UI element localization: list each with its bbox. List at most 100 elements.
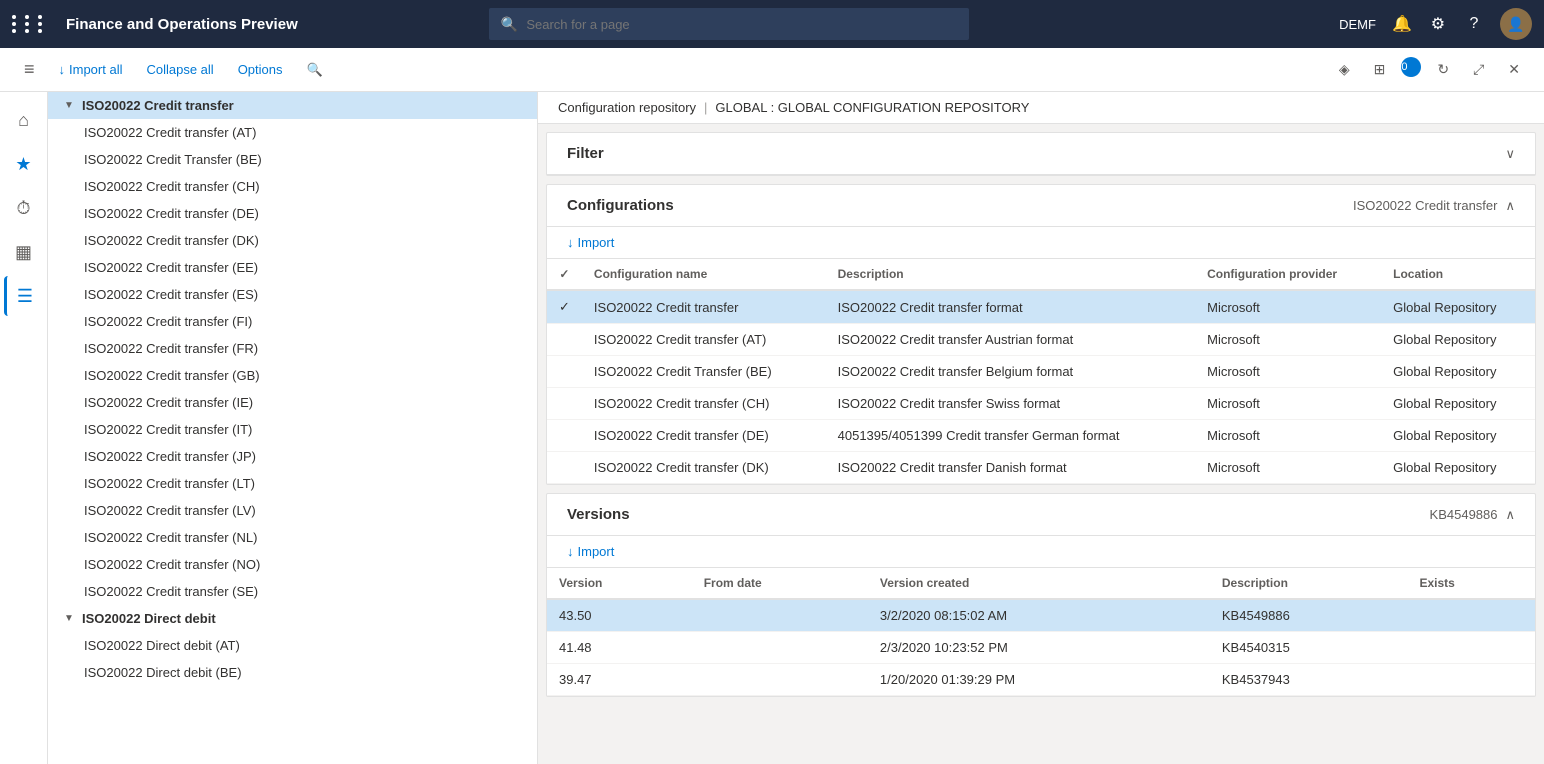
col-from-date: From date	[692, 568, 868, 599]
table-row[interactable]: 39.47 1/20/2020 01:39:29 PM KB4537943	[547, 664, 1535, 696]
row-location: Global Repository	[1381, 388, 1535, 420]
options-button[interactable]: Options	[230, 58, 291, 81]
settings-icon[interactable]: ⚙	[1428, 14, 1448, 34]
row-config-name: ISO20022 Credit transfer (CH)	[582, 388, 826, 420]
tree-item[interactable]: ▼ ISO20022 Direct debit	[48, 605, 537, 632]
badge-count[interactable]: 0	[1401, 57, 1421, 77]
row-location: Global Repository	[1381, 290, 1535, 324]
tree-item[interactable]: ISO20022 Credit transfer (SE)	[48, 578, 537, 605]
row-provider: Microsoft	[1195, 290, 1381, 324]
row-description: ISO20022 Credit transfer format	[826, 290, 1195, 324]
tree-item[interactable]: ISO20022 Credit transfer (FR)	[48, 335, 537, 362]
tree-item-label: ISO20022 Credit transfer (JP)	[84, 449, 256, 464]
close-icon[interactable]: ✕	[1500, 57, 1528, 82]
tree-item[interactable]: ISO20022 Credit transfer (NO)	[48, 551, 537, 578]
table-row[interactable]: 41.48 2/3/2020 10:23:52 PM KB4540315	[547, 632, 1535, 664]
row-config-name: ISO20022 Credit transfer (DK)	[582, 452, 826, 484]
configurations-table: ✓ Configuration name Description Configu…	[547, 259, 1535, 484]
user-avatar[interactable]: 👤	[1500, 8, 1532, 40]
row-check	[547, 420, 582, 452]
tree-item[interactable]: ISO20022 Credit transfer (JP)	[48, 443, 537, 470]
app-grid-icon[interactable]	[12, 15, 48, 33]
download-icon: ↓	[59, 62, 66, 77]
refresh-icon[interactable]: ↻	[1429, 57, 1457, 82]
tree-item[interactable]: ISO20022 Credit transfer (CH)	[48, 173, 537, 200]
configurations-import-button[interactable]: ↓ Import	[567, 235, 614, 250]
tree-item-label: ISO20022 Credit transfer (ES)	[84, 287, 258, 302]
filter-collapse-icon: ∨	[1505, 146, 1515, 162]
row-check	[547, 324, 582, 356]
configurations-title: Configurations	[567, 197, 674, 214]
tree-item[interactable]: ISO20022 Credit transfer (FI)	[48, 308, 537, 335]
import-all-button[interactable]: ↓ Import all	[51, 58, 131, 81]
windows-icon[interactable]: ⊞	[1366, 57, 1394, 82]
versions-import-button[interactable]: ↓ Import	[567, 544, 614, 559]
tree-item[interactable]: ISO20022 Credit transfer (LT)	[48, 470, 537, 497]
tree-item[interactable]: ISO20022 Credit Transfer (BE)	[48, 146, 537, 173]
configurations-section-header[interactable]: Configurations ISO20022 Credit transfer …	[547, 185, 1535, 227]
search-bar[interactable]: 🔍	[489, 8, 969, 40]
tree-item-label: ISO20022 Credit transfer (NO)	[84, 557, 260, 572]
tree-item[interactable]: ISO20022 Direct debit (AT)	[48, 632, 537, 659]
tree-item[interactable]: ISO20022 Credit transfer (LV)	[48, 497, 537, 524]
secondary-search-icon[interactable]: 🔍	[299, 58, 331, 82]
row-version-created: 2/3/2020 10:23:52 PM	[868, 632, 1210, 664]
tree-item[interactable]: ISO20022 Credit transfer (DE)	[48, 200, 537, 227]
tree-item[interactable]: ISO20022 Credit transfer (EE)	[48, 254, 537, 281]
search-input[interactable]	[526, 17, 957, 32]
tree-item-label: ISO20022 Credit transfer (DK)	[84, 233, 259, 248]
tree-item[interactable]: ISO20022 Credit transfer (GB)	[48, 362, 537, 389]
tree-item-label: ISO20022 Direct debit (AT)	[84, 638, 240, 653]
breadcrumb: Configuration repository | GLOBAL : GLOB…	[538, 92, 1544, 124]
tree-item-label: ISO20022 Credit transfer (LV)	[84, 503, 256, 518]
resize-icon[interactable]: ⤢	[1465, 57, 1492, 82]
tree-item[interactable]: ISO20022 Credit transfer (IT)	[48, 416, 537, 443]
rail-star-icon[interactable]: ★	[4, 144, 44, 184]
col-version-created: Version created	[868, 568, 1210, 599]
expand-icon: ▼	[64, 613, 76, 624]
filter-section-header[interactable]: Filter ∨	[547, 133, 1535, 175]
row-version-created: 1/20/2020 01:39:29 PM	[868, 664, 1210, 696]
tree-item[interactable]: ISO20022 Credit transfer (DK)	[48, 227, 537, 254]
table-row[interactable]: ISO20022 Credit transfer (AT) ISO20022 C…	[547, 324, 1535, 356]
table-row[interactable]: ✓ ISO20022 Credit transfer ISO20022 Cred…	[547, 290, 1535, 324]
table-row[interactable]: ISO20022 Credit Transfer (BE) ISO20022 C…	[547, 356, 1535, 388]
help-icon[interactable]: ?	[1464, 14, 1484, 34]
rail-clock-icon[interactable]: ⏱	[4, 188, 44, 228]
configurations-table-header-row: ✓ Configuration name Description Configu…	[547, 259, 1535, 290]
tree-item[interactable]: ISO20022 Direct debit (BE)	[48, 659, 537, 686]
notifications-icon[interactable]: 🔔	[1392, 14, 1412, 34]
rail-table-icon[interactable]: ▦	[4, 232, 44, 272]
row-location: Global Repository	[1381, 452, 1535, 484]
bookmark-icon[interactable]: ◈	[1331, 57, 1358, 82]
collapse-all-button[interactable]: Collapse all	[138, 58, 221, 81]
row-from-date	[692, 599, 868, 632]
table-row[interactable]: ISO20022 Credit transfer (DE) 4051395/40…	[547, 420, 1535, 452]
tree-item-label: ISO20022 Credit transfer (IE)	[84, 395, 253, 410]
row-description: 4051395/4051399 Credit transfer German f…	[826, 420, 1195, 452]
rail-home-icon[interactable]: ⌂	[4, 100, 44, 140]
configurations-toolbar: ↓ Import	[547, 227, 1535, 259]
tree-item[interactable]: ISO20022 Credit transfer (NL)	[48, 524, 537, 551]
table-row[interactable]: 43.50 3/2/2020 08:15:02 AM KB4549886	[547, 599, 1535, 632]
tree-item-label: ISO20022 Credit transfer (FI)	[84, 314, 252, 329]
table-row[interactable]: ISO20022 Credit transfer (CH) ISO20022 C…	[547, 388, 1535, 420]
versions-section-header[interactable]: Versions KB4549886 ∧	[547, 494, 1535, 536]
row-check: ✓	[547, 290, 582, 324]
col-version: Version	[547, 568, 692, 599]
row-version: 39.47	[547, 664, 692, 696]
row-version: 43.50	[547, 599, 692, 632]
filter-title: Filter	[567, 145, 604, 162]
col-check: ✓	[547, 259, 582, 290]
secondary-navigation: ≡ ↓ Import all Collapse all Options 🔍 ◈ …	[0, 48, 1544, 92]
row-description: ISO20022 Credit transfer Belgium format	[826, 356, 1195, 388]
rail-list-icon[interactable]: ☰	[4, 276, 44, 316]
row-version: 41.48	[547, 632, 692, 664]
table-row[interactable]: ISO20022 Credit transfer (DK) ISO20022 C…	[547, 452, 1535, 484]
tree-item[interactable]: ISO20022 Credit transfer (AT)	[48, 119, 537, 146]
row-provider: Microsoft	[1195, 356, 1381, 388]
hamburger-button[interactable]: ≡	[16, 55, 43, 84]
tree-item[interactable]: ISO20022 Credit transfer (ES)	[48, 281, 537, 308]
tree-item[interactable]: ▼ ISO20022 Credit transfer	[48, 92, 537, 119]
tree-item[interactable]: ISO20022 Credit transfer (IE)	[48, 389, 537, 416]
